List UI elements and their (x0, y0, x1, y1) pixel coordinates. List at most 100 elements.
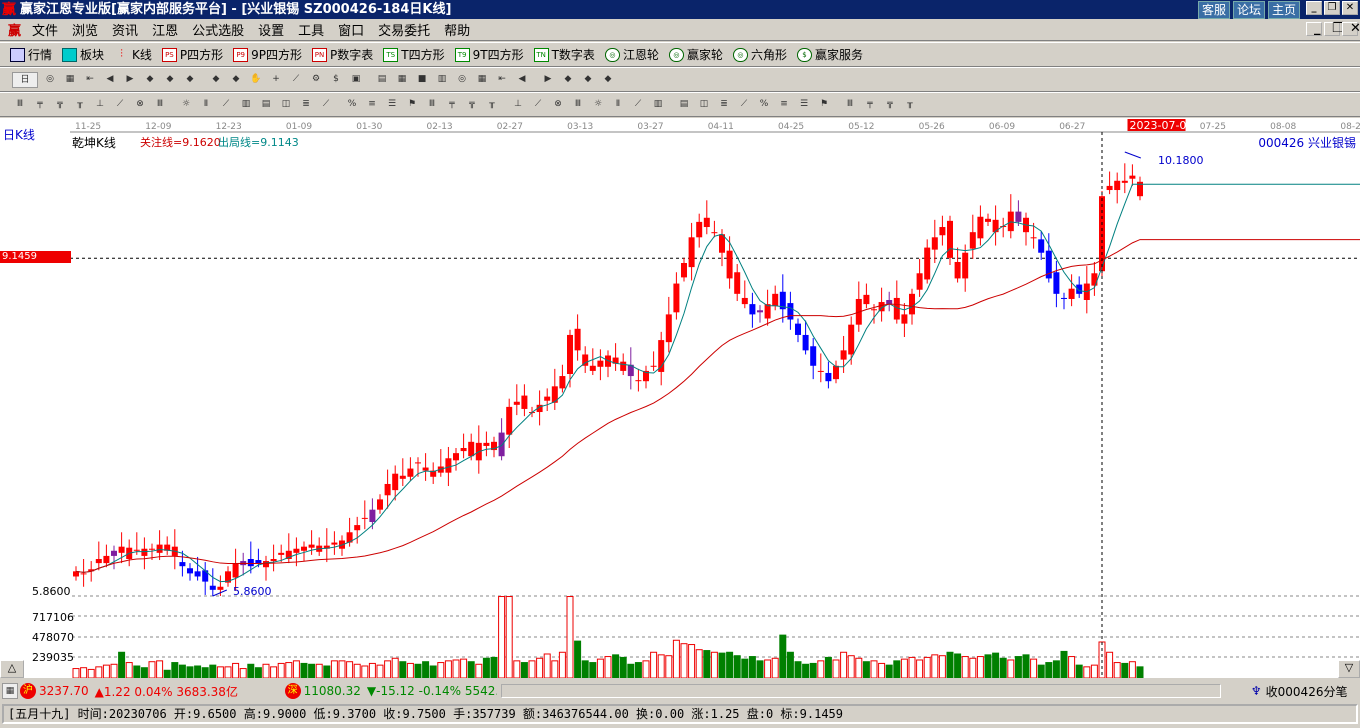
tool-button-icon[interactable]: ◆ (228, 72, 244, 88)
toolbar-item-1[interactable]: P9 9P四方形 (233, 46, 302, 63)
tool-button-icon[interactable]: ◀ (102, 72, 118, 88)
tool-button-icon[interactable]: Ⅲ (842, 97, 858, 113)
tool-button-icon[interactable]: ⇤ (494, 72, 510, 88)
menu-file[interactable]: 文件 (25, 20, 65, 39)
tool-button-icon[interactable]: ▶ (540, 72, 556, 88)
tool-button-icon[interactable]: ≡ (776, 97, 792, 113)
tool-button-icon[interactable]: ╤ (862, 97, 878, 113)
tool-button-icon[interactable]: ⟋ (218, 97, 234, 113)
tool-button-icon[interactable]: ╥ (72, 97, 88, 113)
tool-button-icon[interactable]: ▥ (650, 97, 666, 113)
tool-button-icon[interactable]: ⊥ (510, 97, 526, 113)
tool-button-icon[interactable]: ╤ (32, 97, 48, 113)
tool-button-icon[interactable]: ☼ (590, 97, 606, 113)
chart-svg[interactable]: 11-25 12-09 12-23 01-09 01-30 02-13 02-27 03-13… (0, 118, 1360, 679)
menu-window[interactable]: 窗口 (331, 20, 371, 39)
tool-button-icon[interactable]: ▣ (348, 72, 364, 88)
close-icon[interactable]: ✕ (1342, 1, 1358, 15)
tool-button-icon[interactable]: Ⅲ (424, 97, 440, 113)
tool-button-icon[interactable]: ⟋ (318, 97, 334, 113)
menu-trade[interactable]: 交易委托 (371, 20, 437, 39)
tool-button-icon[interactable]: ▤ (258, 97, 274, 113)
tool-button-icon[interactable]: % (344, 97, 360, 113)
table-icon[interactable]: ▦ (2, 683, 18, 699)
tool-button-icon[interactable]: ☼ (178, 97, 194, 113)
tool-button-icon[interactable]: $ (328, 72, 344, 88)
tool-button-icon[interactable]: ⊗ (550, 97, 566, 113)
tool-button-icon[interactable]: ◎ (42, 72, 58, 88)
tool-button-icon[interactable]: ⇤ (82, 72, 98, 88)
toolbar-quotes[interactable]: 行情 (10, 46, 52, 63)
tool-button-icon[interactable]: ◆ (560, 72, 576, 88)
tool-button-icon[interactable]: ≡ (364, 97, 380, 113)
tool-button-icon[interactable]: ◀ (514, 72, 530, 88)
tool-button-icon[interactable]: ⚙ (308, 72, 324, 88)
tool-button-icon[interactable]: ╥ (902, 97, 918, 113)
collapse-panel-button[interactable]: ▽ (1338, 660, 1360, 678)
horizontal-scrollbar[interactable] (500, 684, 1221, 698)
tool-button-icon[interactable]: ✋ (248, 72, 264, 88)
tool-button-icon[interactable]: ⚑ (816, 97, 832, 113)
child-close-icon[interactable]: ✕ (1342, 22, 1360, 36)
menu-help[interactable]: 帮助 (437, 20, 477, 39)
tool-button-icon[interactable]: ╦ (882, 97, 898, 113)
child-minimize-icon[interactable]: _ (1306, 22, 1322, 36)
link-forum[interactable]: 论坛 (1232, 1, 1265, 19)
tool-button-icon[interactable]: ▦ (394, 72, 410, 88)
tool-button-icon[interactable]: ⟋ (736, 97, 752, 113)
toolbar-item-8[interactable]: ◎ 六角形 (732, 46, 787, 63)
menu-tools[interactable]: 工具 (291, 20, 331, 39)
toolbar-item-4[interactable]: T9 9T四方形 (454, 46, 524, 63)
menu-gann[interactable]: 江恩 (145, 20, 185, 39)
tool-button-icon[interactable]: Ⅲ (570, 97, 586, 113)
tool-button-icon[interactable]: ◆ (600, 72, 616, 88)
toolbar-item-5[interactable]: TN T数字表 (533, 46, 595, 63)
link-home[interactable]: 主页 (1267, 1, 1300, 19)
tool-button-icon[interactable]: ╦ (52, 97, 68, 113)
tool-button-icon[interactable]: ⊥ (92, 97, 108, 113)
tool-button-icon[interactable]: ▥ (238, 97, 254, 113)
toolbar-item-2[interactable]: PN P数字表 (312, 46, 373, 63)
minimize-icon[interactable]: _ (1306, 1, 1322, 15)
tool-button-icon[interactable]: ◆ (208, 72, 224, 88)
restore-icon[interactable]: ❐ (1324, 1, 1340, 15)
tool-button-icon[interactable]: ◫ (278, 97, 294, 113)
tool-button-icon[interactable]: ☰ (384, 97, 400, 113)
tool-button-icon[interactable]: ◆ (142, 72, 158, 88)
tool-button-icon[interactable]: ╥ (484, 97, 500, 113)
tool-button-icon[interactable]: + (268, 72, 284, 88)
tool-button-icon[interactable]: ▤ (374, 72, 390, 88)
toolbar-kline[interactable]: ⫶ K线 (114, 46, 152, 63)
menu-formula[interactable]: 公式选股 (185, 20, 251, 39)
toolbar-sectors[interactable]: 板块 (62, 46, 104, 63)
tool-button-icon[interactable]: ☰ (796, 97, 812, 113)
tool-button-icon[interactable]: % (756, 97, 772, 113)
tool-button-icon[interactable]: ▶ (122, 72, 138, 88)
menu-settings[interactable]: 设置 (251, 20, 291, 39)
tool-button-icon[interactable]: ◆ (162, 72, 178, 88)
tool-button-icon[interactable]: ◆ (580, 72, 596, 88)
tool-button-icon[interactable]: ╦ (464, 97, 480, 113)
kline-chart[interactable]: 11-25 12-09 12-23 01-09 01-30 02-13 02-27 03-13… (0, 118, 1360, 679)
toolbar-item-9[interactable]: $ 赢家服务 (796, 46, 863, 63)
tool-button-icon[interactable]: ▤ (676, 97, 692, 113)
tool-button-icon[interactable]: ⟋ (630, 97, 646, 113)
toolbar-item-3[interactable]: TS T四方形 (383, 46, 445, 63)
expand-panel-button[interactable]: △ (0, 660, 24, 678)
toolbar-item-6[interactable]: ◎ 江恩轮 (604, 46, 659, 63)
tool-button-icon[interactable]: ▦ (474, 72, 490, 88)
menu-browse[interactable]: 浏览 (65, 20, 105, 39)
menu-news[interactable]: 资讯 (105, 20, 145, 39)
tool-button-icon[interactable]: Ⅲ (152, 97, 168, 113)
tool-button-icon[interactable]: Ⅲ (12, 97, 28, 113)
tool-button-icon[interactable]: ■ (414, 72, 430, 88)
tool-button-icon[interactable]: ◆ (182, 72, 198, 88)
toolbar-item-0[interactable]: PS P四方形 (161, 46, 223, 63)
tool-button-icon[interactable]: ╤ (444, 97, 460, 113)
child-restore-icon[interactable]: ❐ (1324, 22, 1344, 36)
toolbar-item-7[interactable]: ◎ 赢家轮 (668, 46, 723, 63)
tool-button-icon[interactable]: ⟋ (288, 72, 304, 88)
tool-button-icon[interactable]: Ⅱ (198, 97, 214, 113)
tool-button-icon[interactable]: ◫ (696, 97, 712, 113)
tool-button-icon[interactable]: ⚑ (404, 97, 420, 113)
